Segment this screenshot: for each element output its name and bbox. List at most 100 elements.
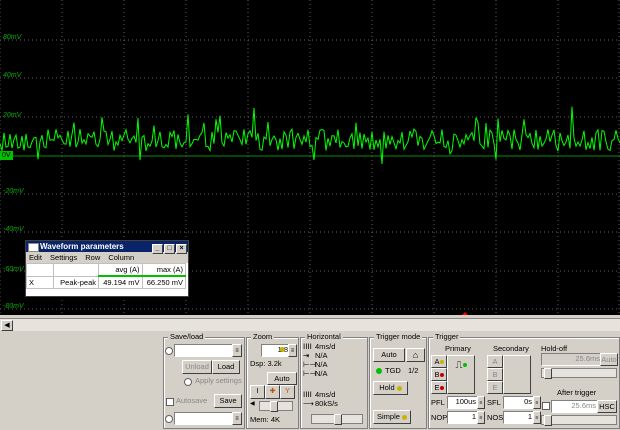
tgd-label[interactable]: TGD xyxy=(385,366,401,375)
zoom-in-icon[interactable]: ✚ xyxy=(265,385,280,399)
trigger-auto-button[interactable]: Auto xyxy=(373,348,405,362)
y-label-20mv: 20mV xyxy=(3,112,22,119)
zoom-slider-left-icon[interactable]: ◀ xyxy=(250,400,255,407)
nop-spin-icon[interactable]: ≡ xyxy=(477,411,485,424)
after-trigger-slider[interactable] xyxy=(541,415,617,426)
table-row[interactable]: X Peak-peak 49.194 mV 66.250 mV xyxy=(26,275,186,289)
maximize-icon[interactable]: □ xyxy=(164,244,175,254)
y-label-40mv: 40mV xyxy=(3,72,22,79)
trigger-group: Trigger Primary Secondary Hold-off A B E… xyxy=(428,332,620,429)
window-titlebar[interactable]: Waveform parameters _ □ × xyxy=(26,241,188,254)
trigger-position-marker[interactable] xyxy=(459,312,471,315)
slot2-radio[interactable] xyxy=(165,415,173,423)
remove-row-icon[interactable]: X xyxy=(26,275,54,289)
trig-delay-icon: ⇥ xyxy=(303,351,310,360)
slot2-field[interactable] xyxy=(174,412,234,425)
primary-chan-a-button[interactable]: A xyxy=(431,355,447,368)
hold-led-icon xyxy=(396,385,402,391)
trig-delay-value: N/A xyxy=(315,351,328,360)
trigger-slope-icon[interactable]: ⌂ xyxy=(406,348,425,362)
apply-settings-label[interactable]: Apply settings xyxy=(195,376,242,385)
nos-label: NOS xyxy=(487,413,504,422)
timebase2-value[interactable]: 4ms/d xyxy=(315,390,335,399)
save-button[interactable]: Save xyxy=(214,394,242,408)
after-trigger-checkbox[interactable] xyxy=(542,402,550,410)
param-max-value: 66.250 mV xyxy=(141,275,186,289)
holdoff-auto-button[interactable]: Auto xyxy=(600,353,618,366)
y-label-minus-60mv: -60mV xyxy=(3,266,24,273)
hsc-button[interactable]: HSC xyxy=(597,400,617,413)
secondary-edge-icon[interactable] xyxy=(503,355,531,394)
window-title: Waveform parameters xyxy=(40,242,124,251)
nos-field[interactable]: 1 xyxy=(503,411,534,424)
pfl-field[interactable]: 100us xyxy=(447,396,478,409)
slot1-field[interactable] xyxy=(174,344,234,357)
col-header-max[interactable]: max (A) xyxy=(141,263,186,277)
nos-spin-icon[interactable]: ≡ xyxy=(533,411,541,424)
secondary-chan-a-button[interactable]: A xyxy=(487,355,503,368)
trigger-mode-label: Trigger mode xyxy=(374,332,423,341)
menu-column[interactable]: Column xyxy=(108,253,134,262)
horizontal-slider[interactable] xyxy=(311,414,363,425)
primary-edge-icon[interactable]: ⎍ xyxy=(447,355,475,394)
menu-edit[interactable]: Edit xyxy=(29,253,42,262)
zoom-slider[interactable] xyxy=(259,401,293,412)
holdoff-slider[interactable] xyxy=(541,368,617,379)
simple-button[interactable]: Simple xyxy=(373,410,411,424)
holdoff-label: Hold-off xyxy=(541,344,568,353)
after-trigger-field[interactable]: 25.6ms xyxy=(551,400,598,413)
sample-rate-icon: ⟶ xyxy=(303,399,314,408)
nop-field[interactable]: 1 xyxy=(447,411,478,424)
window-pos-value: N/A xyxy=(315,369,328,378)
pfl-label: PFL xyxy=(431,398,445,407)
sfl-spin-icon[interactable]: ≡ xyxy=(533,396,541,409)
ground-marker[interactable]: 0V xyxy=(0,151,13,160)
trigger-label: Trigger xyxy=(433,332,461,341)
minimize-icon[interactable]: _ xyxy=(152,244,163,254)
zoom-out-icon[interactable]: Y xyxy=(280,385,295,399)
zoom-auto-button[interactable]: Auto xyxy=(267,372,297,385)
pfl-spin-icon[interactable]: ≡ xyxy=(477,396,485,409)
unload-button[interactable]: Unload xyxy=(182,360,212,374)
zoom-label: Zoom xyxy=(251,332,275,341)
y-label-minus-80mv: -80mV xyxy=(3,303,24,310)
tgd-led-icon xyxy=(376,368,382,374)
load-button[interactable]: Load xyxy=(212,360,240,374)
timebase-value[interactable]: 4ms/d xyxy=(315,342,335,351)
zoom-ratio-field[interactable]: 1:8 xyxy=(261,344,290,357)
horizontal-label: Horizontal xyxy=(305,332,343,341)
holdoff-field[interactable]: 25.6ms xyxy=(541,353,602,366)
zoom-list-icon[interactable]: ≡ xyxy=(288,344,297,357)
close-icon[interactable]: × xyxy=(176,244,187,254)
sfl-field[interactable]: 0s xyxy=(503,396,534,409)
scroll-left-icon[interactable]: ◀ xyxy=(1,320,13,331)
autosave-checkbox[interactable] xyxy=(166,398,174,406)
sample-rate-value: 80kS/s xyxy=(315,399,338,408)
waveform-parameters-window[interactable]: Waveform parameters _ □ × Edit Settings Ro… xyxy=(25,240,189,297)
horizontal-scrollbar[interactable]: ◀ xyxy=(0,318,620,331)
y-label-minus-40mv: -40mV xyxy=(3,226,24,233)
parameters-table: avg (A) max (A) X Peak-peak 49.194 mV 66… xyxy=(26,263,186,289)
timebase-icon: ⅠⅠⅠⅠ xyxy=(303,342,312,351)
menu-settings[interactable]: Settings xyxy=(50,253,77,262)
y-label-minus-20mv: -20mV xyxy=(3,188,24,195)
col-header-avg[interactable]: avg (A) xyxy=(98,263,143,277)
menu-row[interactable]: Row xyxy=(85,253,100,262)
secondary-chan-b-button[interactable]: B xyxy=(487,368,503,381)
oscilloscope-screen[interactable]: 80mV 40mV 20mV 0V -20mV -40mV -60mV -80m… xyxy=(0,0,620,315)
window-icon xyxy=(28,243,39,252)
apply-settings-radio[interactable] xyxy=(184,378,192,386)
y-label-80mv: 80mV xyxy=(3,34,22,41)
hold-button[interactable]: Hold xyxy=(373,381,408,395)
half-label[interactable]: 1/2 xyxy=(408,366,418,375)
slot1-radio[interactable] xyxy=(165,347,173,355)
autosave-label[interactable]: Autosave xyxy=(176,396,207,405)
secondary-chan-e-button[interactable]: E xyxy=(487,381,503,394)
param-name: Peak-peak xyxy=(53,275,99,289)
slot2-list-icon[interactable]: ≡ xyxy=(232,412,242,425)
primary-chan-e-button[interactable]: E xyxy=(431,381,447,394)
slot1-list-icon[interactable]: ≡ xyxy=(232,344,242,357)
zoom-full-icon[interactable]: Ⅰ xyxy=(250,385,265,399)
primary-chan-b-label: B xyxy=(434,370,440,379)
primary-chan-b-button[interactable]: B xyxy=(431,368,447,381)
